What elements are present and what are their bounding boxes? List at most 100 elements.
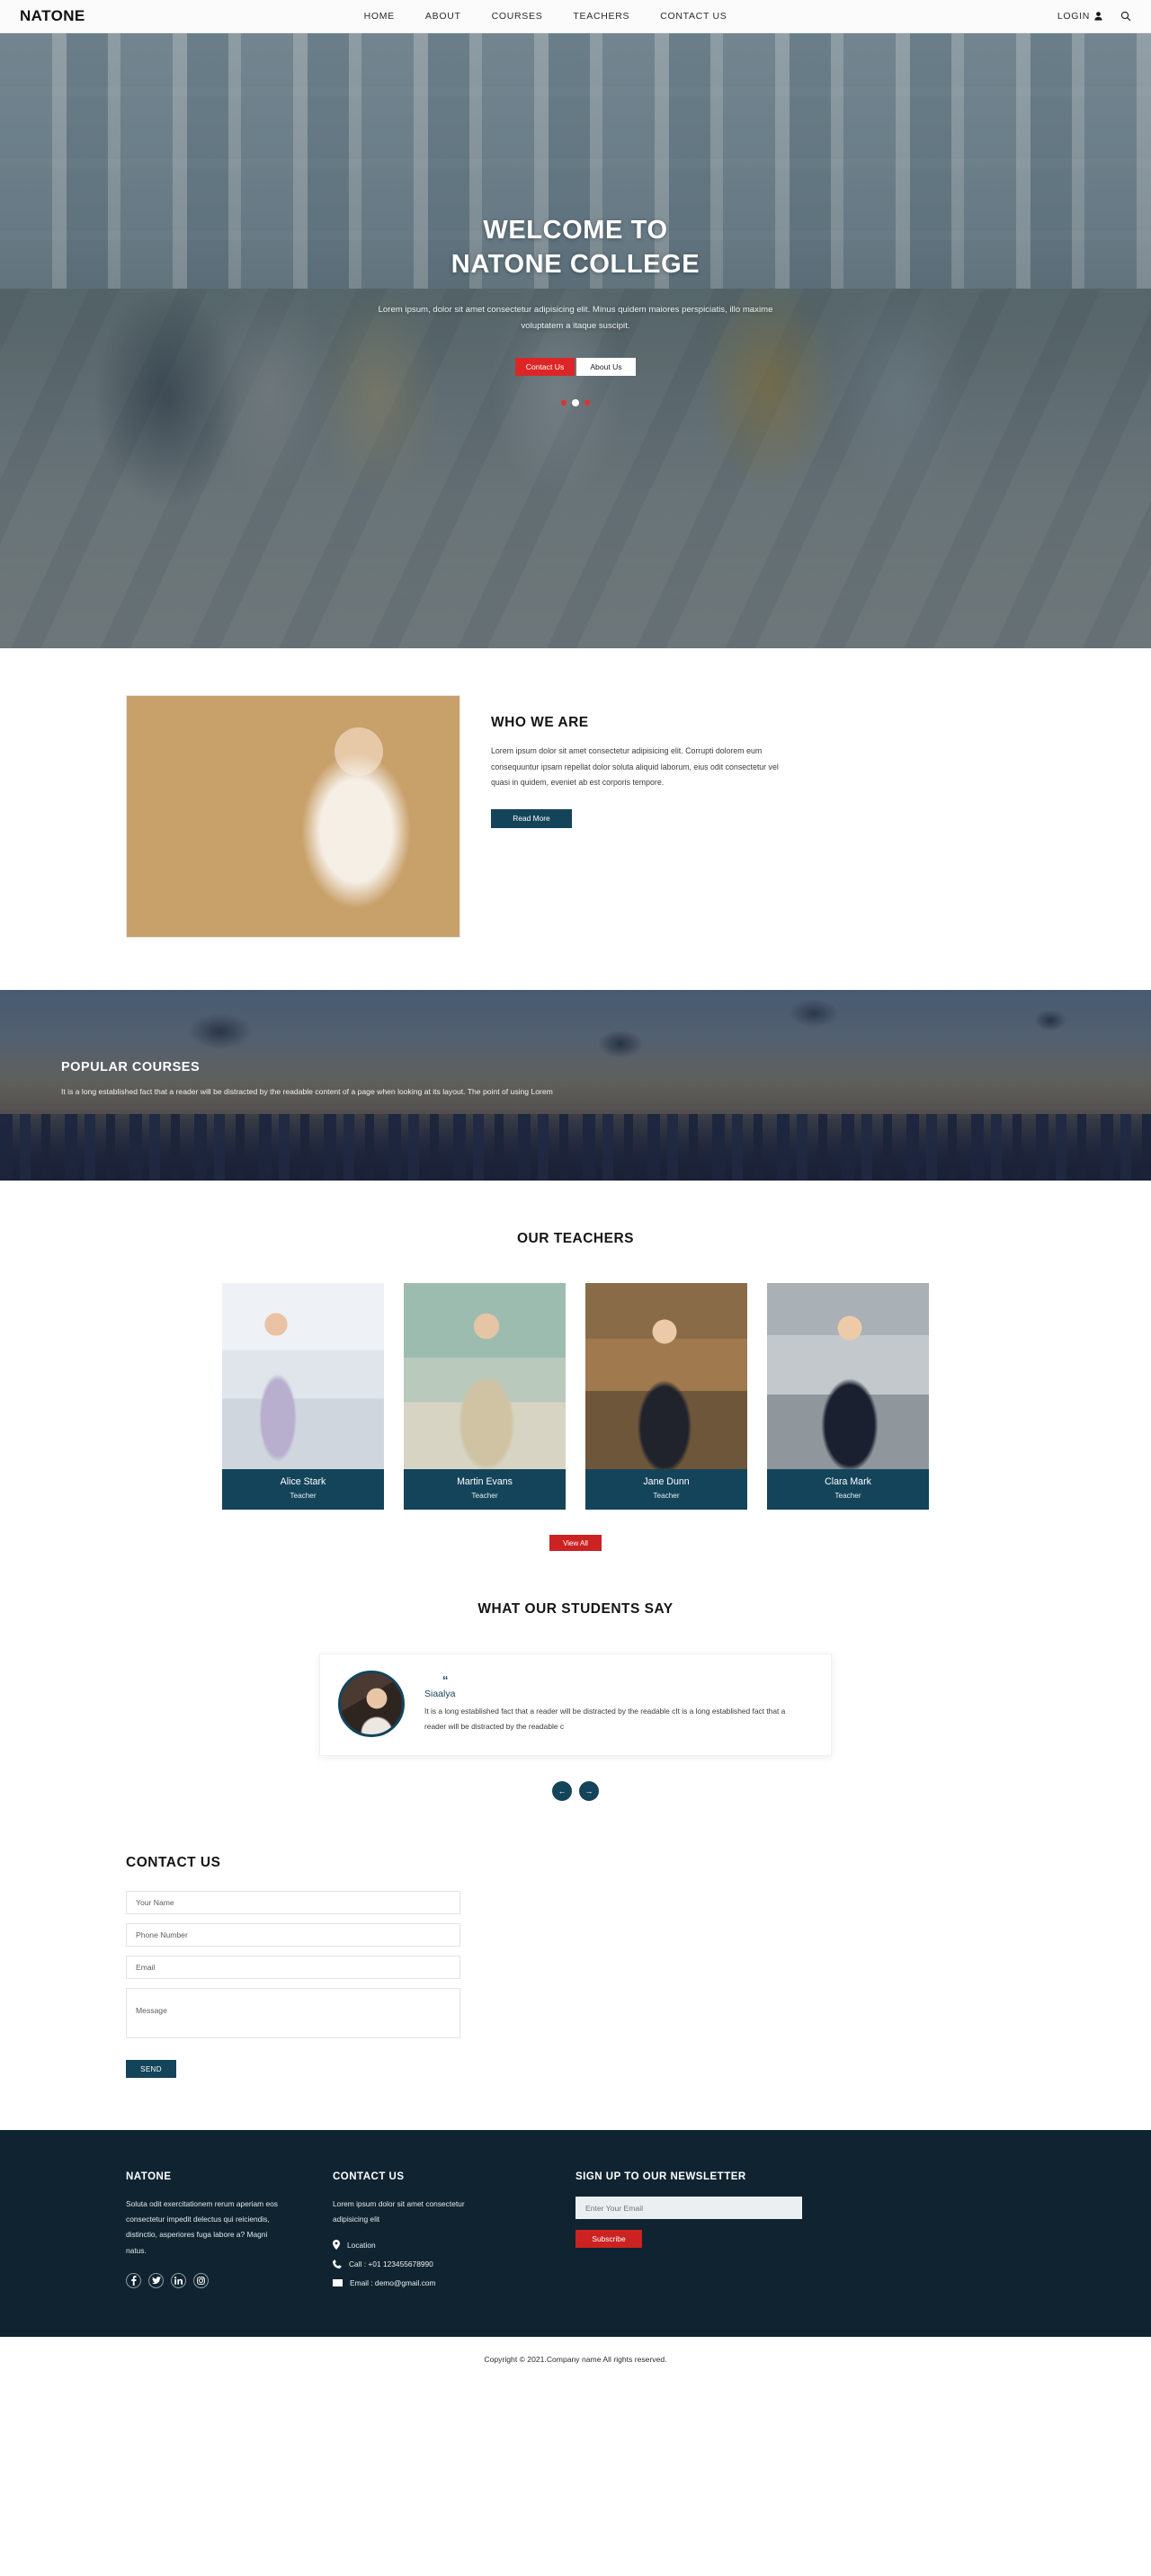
user-icon (1094, 12, 1102, 21)
testimonial-avatar (338, 1671, 405, 1737)
teacher-photo (767, 1283, 929, 1469)
subscribe-button[interactable]: Subscribe (576, 2230, 642, 2248)
footer-contact-text: Lorem ipsum dolor sit amet consectetur a… (333, 2199, 465, 2224)
testimonials-title: WHAT OUR STUDENTS SAY (477, 1601, 674, 1617)
search-icon[interactable] (1120, 11, 1131, 22)
send-button[interactable]: SEND (126, 2060, 176, 2078)
hero-title-line2: NATONE COLLEGE (451, 250, 700, 280)
about-body: Lorem ipsum dolor sit amet consectetur a… (491, 746, 779, 788)
teacher-name: Jane Dunn (643, 1476, 690, 1487)
carousel-dot-3[interactable] (584, 399, 590, 406)
teacher-role: Teacher (471, 1492, 498, 1500)
teacher-name: Clara Mark (825, 1476, 871, 1487)
teacher-photo (585, 1283, 747, 1469)
footer-email-label: Email : demo@gmail.com (350, 2278, 436, 2288)
read-more-button[interactable]: Read More (491, 808, 572, 828)
site-footer: NATONE Soluta odit exercitationem rerum … (0, 2130, 1151, 2338)
courses-description: It is a long established fact that a rea… (61, 1087, 553, 1096)
popular-courses-section: POPULAR COURSES It is a long established… (0, 990, 1151, 1181)
teacher-card[interactable]: Alice Stark Teacher (222, 1283, 384, 1510)
name-input[interactable] (126, 1891, 460, 1914)
teacher-card[interactable]: Martin Evans Teacher (404, 1283, 566, 1510)
carousel-dots (0, 398, 1151, 406)
footer-location-label: Location (347, 2240, 376, 2250)
teacher-info: Jane Dunn Teacher (585, 1469, 747, 1510)
teachers-title: OUR TEACHERS (516, 1231, 634, 1246)
teacher-name: Alice Stark (280, 1476, 326, 1487)
footer-newsletter-column: SIGN UP TO OUR NEWSLETTER Subscribe (576, 2171, 881, 2297)
our-teachers-section: OUR TEACHERS Alice Stark Teacher Martin … (0, 1181, 1151, 1551)
location-pin-icon (333, 2240, 340, 2251)
hero-content: WELCOME TO NATONE COLLEGE Lorem ipsum, d… (0, 33, 1151, 406)
contact-title: CONTACT US (126, 1855, 221, 1870)
copyright-bar: Copyright © 2021.Company name All rights… (0, 2337, 1151, 2384)
header-actions: LOGIN (1057, 11, 1131, 22)
about-text-block: WHO WE ARE Lorem ipsum dolor sit amet co… (491, 695, 797, 828)
email-input[interactable] (126, 1956, 460, 1979)
nav-item-contact-us[interactable]: CONTACT US (660, 11, 727, 22)
hero-buttons: Contact Us About Us (0, 357, 1151, 376)
footer-location-row[interactable]: Location (333, 2240, 576, 2251)
testimonial-next-button[interactable]: → (579, 1781, 599, 1801)
teacher-name: Martin Evans (457, 1476, 513, 1487)
hero-subtitle: Lorem ipsum, dolor sit amet consectetur … (378, 304, 773, 331)
hero-title: WELCOME TO NATONE COLLEGE (0, 213, 1151, 282)
footer-brand-title: NATONE (126, 2171, 172, 2182)
phone-input[interactable] (126, 1923, 460, 1947)
hero-contact-us-button[interactable]: Contact Us (515, 357, 575, 376)
nav-item-courses[interactable]: COURSES (492, 11, 543, 22)
who-we-are-section: WHO WE ARE Lorem ipsum dolor sit amet co… (0, 648, 1151, 990)
footer-email-row[interactable]: Email : demo@gmail.com (333, 2278, 576, 2287)
footer-columns: NATONE Soluta odit exercitationem rerum … (126, 2171, 1025, 2297)
footer-phone-label: Call : +01 123455678990 (349, 2260, 433, 2269)
envelope-icon (333, 2279, 343, 2287)
message-textarea[interactable] (126, 1988, 460, 2038)
footer-brand-column: NATONE Soluta odit exercitationem rerum … (126, 2171, 333, 2297)
about-image (126, 695, 460, 938)
linkedin-icon[interactable] (171, 2272, 186, 2288)
teacher-card[interactable]: Jane Dunn Teacher (585, 1283, 747, 1510)
teacher-photo (404, 1283, 566, 1469)
contact-section: CONTACT US SEND (0, 1801, 1151, 2130)
nav-item-teachers[interactable]: TEACHERS (573, 11, 629, 22)
testimonial-author: Siaalya (424, 1689, 456, 1699)
login-button[interactable]: LOGIN (1057, 11, 1102, 22)
courses-content: POPULAR COURSES It is a long established… (0, 990, 1151, 1096)
footer-contact-column: CONTACT US Lorem ipsum dolor sit amet co… (333, 2171, 576, 2297)
contact-form: SEND (126, 1891, 460, 2078)
site-header: NATONE HOME ABOUT COURSES TEACHERS CONTA… (0, 0, 1151, 33)
twitter-icon[interactable] (148, 2272, 164, 2288)
carousel-dot-2[interactable] (572, 398, 579, 406)
newsletter-title: SIGN UP TO OUR NEWSLETTER (576, 2171, 746, 2182)
instagram-icon[interactable] (193, 2272, 209, 2288)
login-label: LOGIN (1057, 11, 1090, 22)
newsletter-email-input[interactable] (576, 2197, 802, 2219)
hero-about-us-button[interactable]: About Us (576, 357, 636, 376)
teacher-photo (222, 1283, 384, 1469)
quote-icon: “ (442, 1673, 449, 1687)
main-navigation: HOME ABOUT COURSES TEACHERS CONTACT US (364, 11, 727, 22)
footer-phone-row[interactable]: Call : +01 123455678990 (333, 2260, 576, 2269)
courses-title: POPULAR COURSES (61, 1060, 201, 1074)
about-title: WHO WE ARE (491, 715, 589, 730)
testimonial-card: “ Siaalya It is a long established fact … (319, 1653, 832, 1756)
nav-item-home[interactable]: HOME (364, 11, 395, 22)
teacher-card[interactable]: Clara Mark Teacher (767, 1283, 929, 1510)
teachers-grid: Alice Stark Teacher Martin Evans Teacher… (0, 1283, 1151, 1510)
nav-item-about[interactable]: ABOUT (425, 11, 461, 22)
testimonial-navigation: ← → (0, 1781, 1151, 1801)
teacher-info: Clara Mark Teacher (767, 1469, 929, 1510)
testimonial-text: It is a long established fact that a rea… (424, 1707, 786, 1731)
teacher-role: Teacher (290, 1492, 317, 1500)
carousel-dot-1[interactable] (561, 399, 567, 406)
footer-brand-text: Soluta odit exercitationem rerum aperiam… (126, 2199, 278, 2255)
facebook-icon[interactable] (126, 2272, 141, 2288)
testimonials-section: WHAT OUR STUDENTS SAY “ Siaalya It is a … (0, 1551, 1151, 1801)
teacher-role: Teacher (834, 1492, 861, 1500)
phone-icon (333, 2260, 342, 2269)
brand-logo[interactable]: NATONE (20, 7, 85, 25)
social-links (126, 2272, 333, 2288)
view-all-button[interactable]: View All (549, 1535, 602, 1551)
testimonial-prev-button[interactable]: ← (552, 1781, 572, 1801)
footer-contact-title: CONTACT US (333, 2171, 405, 2182)
